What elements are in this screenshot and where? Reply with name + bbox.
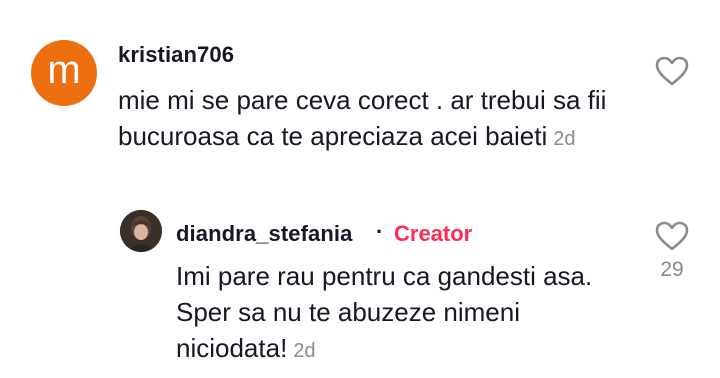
comment-body: mie mi se pare ceva corect . ar trebui s… [118,85,607,151]
separator-dot: · [376,219,384,244]
reply-text: Imi pare rau pentru ca gandesti asa. Spe… [176,258,646,369]
heart-outline-icon[interactable] [654,220,690,252]
avatar-photo-icon [120,210,162,252]
avatar[interactable]: m [31,40,97,106]
avatar-letter: m [47,48,81,92]
reply-username[interactable]: diandra_stefania [176,221,352,247]
comment-thread: m kristian706 mie mi se pare ceva corect… [0,0,720,378]
comment-timestamp: 2d [553,128,576,150]
reply-avatar[interactable] [120,210,162,252]
creator-badge: Creator [394,221,473,246]
heart-outline-icon[interactable] [654,55,690,87]
reply-body: Imi pare rau pentru ca gandesti asa. Spe… [176,261,593,363]
like-count: 29 [660,258,684,281]
comment-text: mie mi se pare ceva corect . ar trebui s… [118,82,638,157]
comment-username[interactable]: kristian706 [118,42,234,68]
reply-timestamp: 2d [293,340,316,362]
